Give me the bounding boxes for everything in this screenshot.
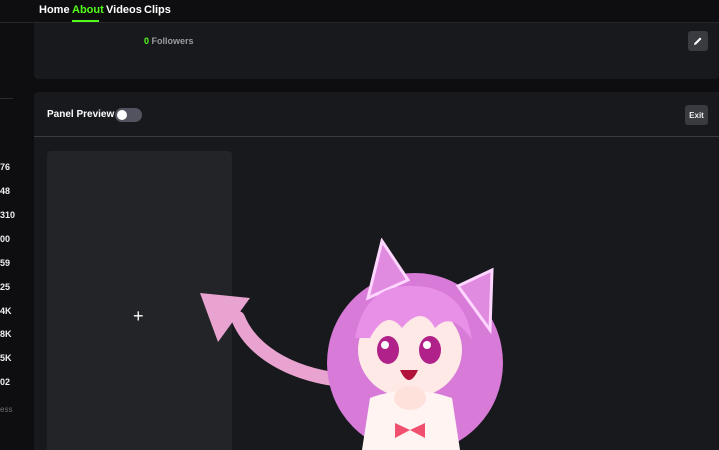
sidebar-partial-label: ess	[0, 405, 13, 414]
sidebar-stat: 59	[0, 258, 11, 268]
toggle-knob	[117, 110, 127, 120]
sidebar-stat: 4K	[0, 306, 12, 316]
sidebar-stat: 5K	[0, 353, 12, 363]
profile-card: 0 Followers	[34, 23, 719, 79]
pencil-icon	[694, 37, 702, 45]
panel-preview-title: Panel Preview	[47, 109, 115, 120]
followers-label: Followers	[151, 36, 194, 46]
sidebar-divider	[0, 98, 13, 99]
top-nav: Home About Videos Clips	[0, 0, 719, 23]
plus-icon: +	[133, 306, 144, 326]
edit-profile-button[interactable]	[688, 31, 708, 51]
sidebar-stat: 25	[0, 282, 11, 292]
sidebar-stat: 76	[0, 162, 11, 172]
tab-clips[interactable]: Clips	[144, 4, 171, 16]
sidebar-stat: 00	[0, 234, 11, 244]
sidebar: 76 48 310 00 59 25 4K 8K 5K 02 ess	[0, 23, 33, 450]
tab-about[interactable]: About	[72, 4, 104, 16]
tab-videos[interactable]: Videos	[106, 4, 142, 16]
sidebar-stat: 310	[0, 210, 16, 220]
active-tab-indicator	[72, 20, 99, 22]
sidebar-stat: 02	[0, 377, 11, 387]
panel-preview-toggle[interactable]	[115, 108, 142, 122]
arrow-icon	[231, 311, 347, 387]
exit-button[interactable]: Exit	[685, 105, 708, 125]
followers-number: 0	[144, 36, 150, 46]
followers-count: 0 Followers	[144, 36, 194, 46]
tab-home[interactable]: Home	[39, 4, 70, 16]
sidebar-stat: 48	[0, 186, 11, 196]
mascot-illustration	[200, 238, 503, 450]
sidebar-stat: 8K	[0, 329, 12, 339]
panel-preview-header: Panel Preview Exit	[34, 92, 719, 137]
